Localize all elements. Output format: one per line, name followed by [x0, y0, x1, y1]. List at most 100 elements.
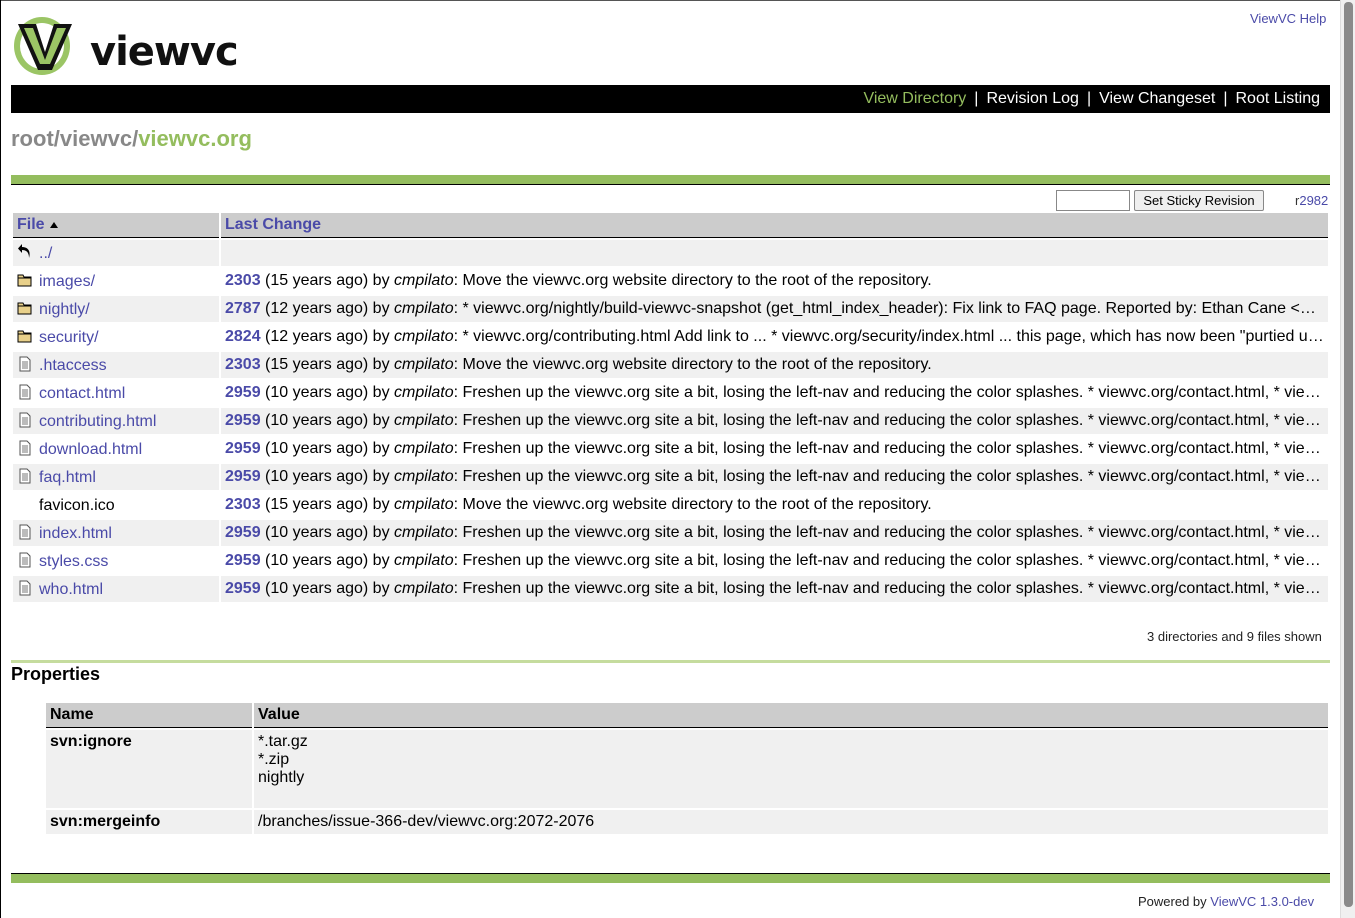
folder-icon[interactable]	[17, 329, 39, 346]
file-cell: index.html	[13, 520, 219, 546]
property-value-line: nightly	[258, 769, 305, 786]
parent-dir-link[interactable]: ../	[39, 245, 52, 262]
by-text: by	[372, 580, 390, 597]
revision-link[interactable]: 2824	[225, 328, 261, 345]
file-cell: contact.html	[13, 380, 219, 406]
viewvc-logo-icon	[14, 17, 72, 75]
file-link[interactable]: faq.html	[39, 469, 96, 486]
logo-wordmark: viewvc	[90, 29, 239, 75]
change-age: (10 years ago)	[265, 552, 369, 569]
table-row-parent: ../	[13, 240, 1328, 266]
last-change-cell: 2303 (15 years ago) by cmpilato: Move th…	[221, 492, 1328, 518]
log-message: : Move the viewvc.org website directory …	[453, 356, 932, 373]
dir-link[interactable]: security/	[39, 329, 99, 346]
table-row: contact.html 2959 (10 years ago) by cmpil…	[13, 380, 1328, 406]
text-file-icon[interactable]	[17, 580, 39, 598]
viewvc-help-link[interactable]: ViewVC Help	[1250, 11, 1326, 26]
property-name: svn:ignore	[46, 730, 252, 808]
properties-table: Name Value svn:ignore *.tar.gz *.zip nig…	[44, 701, 1330, 836]
by-text: by	[372, 468, 390, 485]
text-file-icon[interactable]	[17, 384, 39, 402]
dir-link[interactable]: nightly/	[39, 301, 90, 318]
author: cmpilato	[394, 328, 454, 345]
change-age: (15 years ago)	[265, 272, 369, 289]
revision-link[interactable]: 2787	[225, 300, 261, 317]
file-link[interactable]: .htaccess	[39, 357, 107, 374]
folder-icon[interactable]	[17, 301, 39, 318]
text-file-icon[interactable]	[17, 412, 39, 430]
text-file-icon[interactable]	[17, 524, 39, 542]
set-sticky-revision-button[interactable]: Set Sticky Revision	[1134, 190, 1264, 211]
window-left-border	[0, 0, 1, 918]
text-file-icon[interactable]	[17, 440, 39, 458]
nav-view-directory[interactable]: View Directory	[863, 90, 966, 107]
author: cmpilato	[394, 412, 454, 429]
sort-by-file-link[interactable]: File	[17, 216, 45, 233]
author: cmpilato	[394, 300, 454, 317]
revision-link[interactable]: 2959	[225, 412, 261, 429]
column-header-last-change[interactable]: Last Change	[221, 213, 1328, 238]
breadcrumb-root[interactable]: root	[11, 126, 54, 151]
change-age: (10 years ago)	[265, 440, 369, 457]
revision-link[interactable]: 2982	[1299, 193, 1328, 208]
nav-root-listing[interactable]: Root Listing	[1236, 90, 1321, 107]
viewvc-logo[interactable]: viewvc	[12, 12, 262, 80]
log-message: : Move the viewvc.org website directory …	[453, 272, 932, 289]
revision-link[interactable]: 2959	[225, 468, 261, 485]
vertical-scrollbar[interactable]	[1340, 0, 1355, 918]
by-text: by	[372, 328, 390, 345]
table-row: styles.css 2959 (10 years ago) by cmpilat…	[13, 548, 1328, 574]
text-file-icon[interactable]	[17, 552, 39, 570]
text-file-icon[interactable]	[17, 468, 39, 486]
change-age: (10 years ago)	[265, 524, 369, 541]
file-cell: images/	[13, 268, 219, 294]
author: cmpilato	[394, 496, 454, 513]
back-arrow-icon[interactable]	[17, 243, 33, 260]
revision-link[interactable]: 2959	[225, 580, 261, 597]
file-link[interactable]: who.html	[39, 581, 103, 598]
file-link[interactable]: styles.css	[39, 553, 108, 570]
revision-link[interactable]: 2959	[225, 524, 261, 541]
property-row: svn:ignore *.tar.gz *.zip nightly	[46, 730, 1328, 808]
directory-listing: File Last Change ../ images/2303 (15 yea…	[11, 211, 1330, 604]
change-age: (12 years ago)	[265, 300, 369, 317]
revision-link[interactable]: 2303	[225, 272, 261, 289]
file-cell: who.html	[13, 576, 219, 602]
dir-link[interactable]: images/	[39, 273, 95, 290]
log-message: : Move the viewvc.org website directory …	[453, 496, 932, 513]
file-link[interactable]: contributing.html	[39, 413, 156, 430]
by-text: by	[372, 524, 390, 541]
log-message: : Freshen up the viewvc.org site a bit, …	[453, 412, 1321, 429]
file-link[interactable]: download.html	[39, 441, 142, 458]
file-link[interactable]: index.html	[39, 525, 112, 542]
revision-link[interactable]: 2959	[225, 384, 261, 401]
text-file-icon[interactable]	[17, 356, 39, 374]
revision-link[interactable]: 2959	[225, 440, 261, 457]
properties-column-name: Name	[46, 703, 252, 728]
nav-revision-log[interactable]: Revision Log	[986, 90, 1079, 107]
log-message: : Freshen up the viewvc.org site a bit, …	[453, 384, 1321, 401]
last-change-cell: 2959 (10 years ago) by cmpilato: Freshen…	[221, 520, 1328, 546]
nav-separator: |	[1223, 90, 1228, 107]
file-link[interactable]: contact.html	[39, 385, 125, 402]
window-top-border	[0, 0, 1340, 1]
viewvc-version-link[interactable]: ViewVC 1.3.0-dev	[1210, 894, 1314, 909]
breadcrumb-viewvc[interactable]: viewvc	[60, 126, 132, 151]
nav-view-changeset[interactable]: View Changeset	[1099, 90, 1215, 107]
folder-icon[interactable]	[17, 273, 39, 290]
column-header-file[interactable]: File	[13, 213, 219, 238]
sticky-revision-input[interactable]	[1056, 190, 1130, 211]
by-text: by	[372, 412, 390, 429]
property-value-line: /branches/issue-366-dev/viewvc.org:2072-…	[258, 813, 595, 830]
sort-by-last-change-link[interactable]: Last Change	[225, 216, 321, 233]
revision-link[interactable]: 2303	[225, 496, 261, 513]
last-change-cell: 2959 (10 years ago) by cmpilato: Freshen…	[221, 408, 1328, 434]
revision-link[interactable]: 2959	[225, 552, 261, 569]
scrollbar-thumb[interactable]	[1344, 2, 1353, 907]
last-change-cell: 2787 (12 years ago) by cmpilato: * viewv…	[221, 296, 1328, 322]
powered-by-text: Powered by	[1138, 894, 1207, 909]
table-row: faq.html 2959 (10 years ago) by cmpilato:…	[13, 464, 1328, 490]
author: cmpilato	[394, 552, 454, 569]
table-row: contributing.html 2959 (10 years ago) by …	[13, 408, 1328, 434]
revision-link[interactable]: 2303	[225, 356, 261, 373]
